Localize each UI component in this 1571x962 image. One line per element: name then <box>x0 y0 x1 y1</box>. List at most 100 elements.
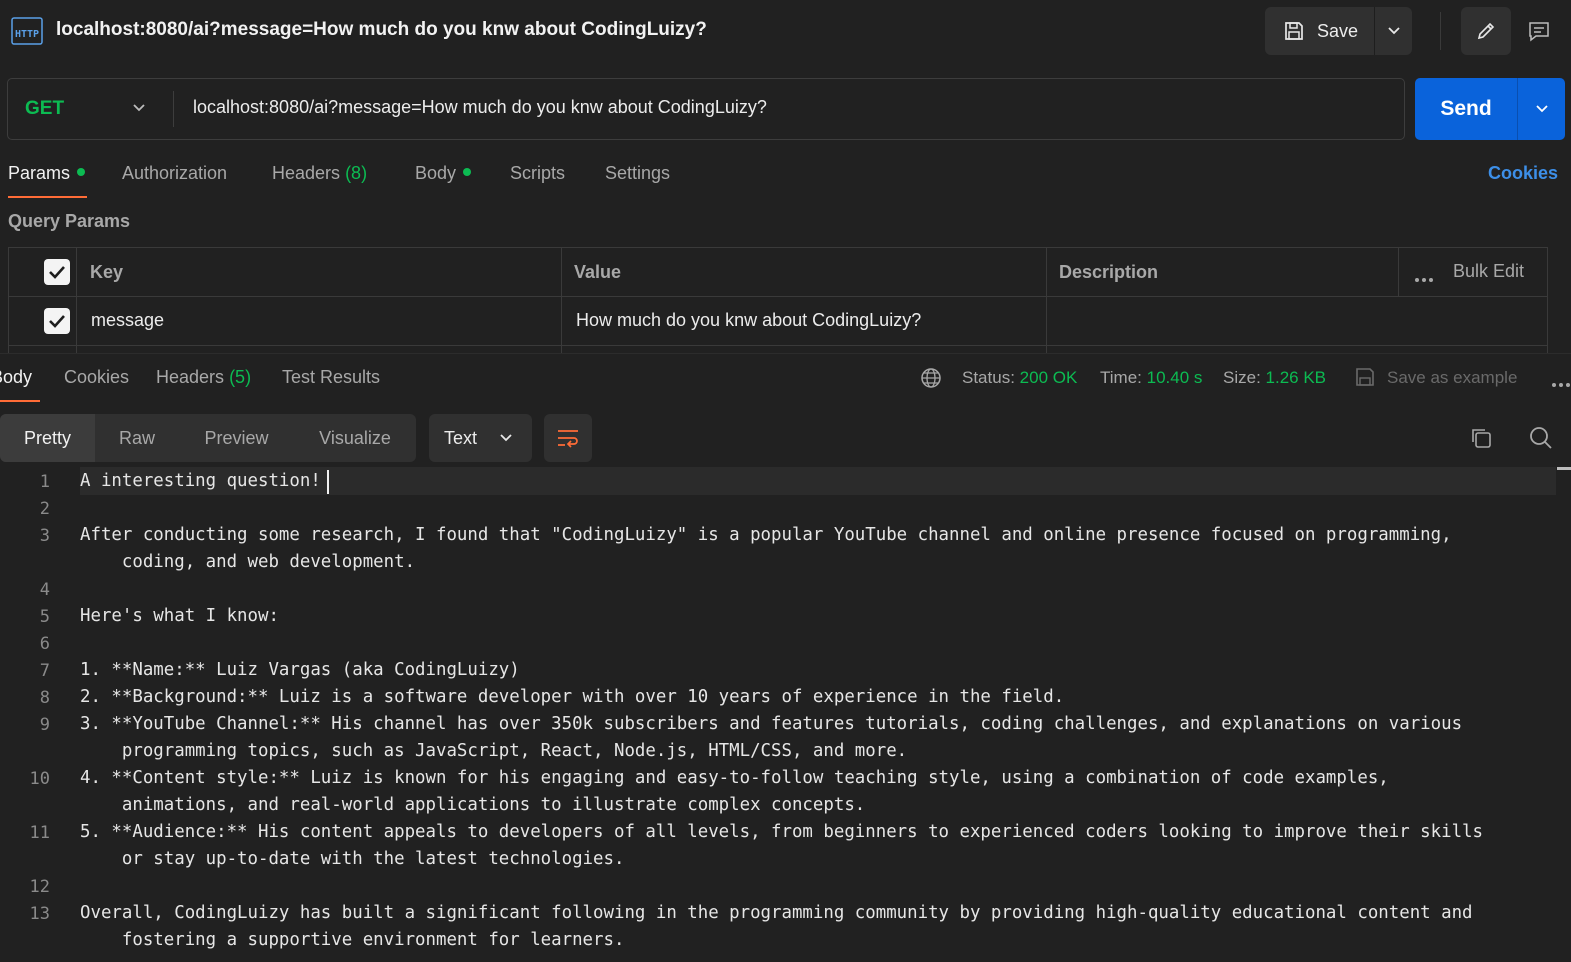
param-key-input[interactable]: message <box>91 310 164 331</box>
toolbar-separator <box>1440 12 1441 50</box>
param-row-checkbox[interactable] <box>44 308 70 334</box>
send-button-group: Send <box>1415 78 1565 140</box>
tab-settings[interactable]: Settings <box>605 163 670 184</box>
column-header-value: Value <box>574 262 622 282</box>
line-number: 6 <box>39 634 50 654</box>
line-number: 1 <box>39 472 50 492</box>
line-number: 2 <box>39 499 50 519</box>
response-size: Size: 1.26 KB <box>1223 368 1327 387</box>
view-pretty[interactable]: Pretty <box>0 414 95 462</box>
floppy-disk-icon <box>1285 22 1303 40</box>
view-raw[interactable]: Raw <box>95 414 179 462</box>
http-request-icon: HTTP <box>10 14 44 48</box>
text-caret <box>327 470 329 494</box>
column-header-description: Description <box>1059 262 1159 282</box>
active-tab-indicator <box>8 196 87 198</box>
param-description-input[interactable] <box>1059 310 1539 334</box>
save-label: Save <box>1317 20 1359 41</box>
response-headers-count: (5) <box>229 367 252 387</box>
view-preview[interactable]: Preview <box>179 414 294 462</box>
tab-body[interactable]: Body <box>415 163 472 184</box>
tab-headers[interactable]: Headers (8) <box>272 163 367 184</box>
code-line-wrap: coding, and web development. <box>80 552 416 572</box>
active-tab-indicator <box>0 400 40 402</box>
line-number: 10 <box>29 769 50 789</box>
comment-icon <box>1529 22 1549 42</box>
response-tab-cookies[interactable]: Cookies <box>64 367 129 388</box>
code-line: Here's what I know: <box>80 606 279 626</box>
select-all-checkbox[interactable] <box>44 259 70 285</box>
code-line: 4. **Content style:** Luiz is known for … <box>80 768 1389 788</box>
response-tab-test-results[interactable]: Test Results <box>282 367 380 388</box>
url-input[interactable]: localhost:8080/ai?message=How much do yo… <box>193 97 767 118</box>
tab-params[interactable]: Params <box>8 163 86 184</box>
line-number: 11 <box>29 823 50 843</box>
body-active-dot <box>463 168 472 177</box>
status-value: 200 OK <box>1019 368 1078 387</box>
line-number: 7 <box>39 661 50 681</box>
globe-icon[interactable] <box>920 367 942 394</box>
code-line-wrap: programming topics, such as JavaScript, … <box>80 741 908 761</box>
pencil-icon <box>1477 22 1495 40</box>
comments-button[interactable] <box>1516 7 1562 55</box>
line-number: 12 <box>29 877 50 897</box>
chevron-down-icon <box>132 100 146 118</box>
column-divider <box>561 248 562 354</box>
floppy-disk-icon <box>1354 366 1376 393</box>
code-line: 5. **Audience:** His content appeals to … <box>80 822 1483 842</box>
save-as-example-button[interactable]: Save as example <box>1387 368 1517 388</box>
chevron-down-icon <box>1535 105 1548 113</box>
scrollbar-thumb[interactable] <box>1557 467 1571 470</box>
param-value-input[interactable]: How much do you knw about CodingLuizy? <box>576 310 921 331</box>
request-title[interactable]: localhost:8080/ai?message=How much do yo… <box>56 19 707 41</box>
save-button[interactable]: Save <box>1265 7 1374 55</box>
format-label: Text <box>444 427 478 448</box>
save-button-group: Save <box>1265 7 1412 55</box>
code-line: After conducting some research, I found … <box>80 525 1452 545</box>
line-number: 3 <box>39 526 50 546</box>
table-divider <box>9 296 1547 297</box>
tab-authorization[interactable]: Authorization <box>122 163 227 184</box>
line-number: 5 <box>39 607 50 627</box>
code-line: 2. **Background:** Luiz is a software de… <box>80 687 1065 707</box>
checkmark-icon <box>49 315 65 328</box>
headers-count: (8) <box>345 163 368 183</box>
column-divider <box>1046 248 1047 354</box>
copy-icon[interactable] <box>1469 426 1493 455</box>
code-line: Overall, CodingLuizy has built a signifi… <box>80 903 1473 923</box>
send-button[interactable]: Send <box>1415 78 1517 140</box>
table-divider <box>9 345 1547 346</box>
method-select[interactable]: GET <box>8 79 173 139</box>
pane-divider[interactable] <box>0 353 1571 354</box>
size-value: 1.26 KB <box>1265 368 1327 387</box>
view-mode-group: Pretty Raw Preview Visualize <box>0 414 416 462</box>
title-bar: HTTP localhost:8080/ai?message=How much … <box>0 0 1571 62</box>
send-options-button[interactable] <box>1518 78 1565 140</box>
view-visualize[interactable]: Visualize <box>294 414 416 462</box>
format-select[interactable]: Text <box>429 414 532 462</box>
chevron-down-icon <box>500 434 512 442</box>
code-line: A interesting question! <box>80 471 321 491</box>
bulk-edit-button[interactable]: Bulk Edit <box>1453 261 1524 282</box>
more-options-icon[interactable] <box>1551 375 1571 393</box>
query-params-table: Key Value Description Bulk Edit message … <box>8 247 1548 354</box>
response-status: Status: 200 OK <box>962 368 1078 387</box>
edit-button[interactable] <box>1461 7 1511 55</box>
tab-scripts[interactable]: Scripts <box>510 163 565 184</box>
code-line-wrap: fostering a supportive environment for l… <box>80 930 625 950</box>
cookies-link[interactable]: Cookies <box>1488 163 1558 184</box>
line-number: 8 <box>39 688 50 708</box>
save-options-button[interactable] <box>1375 7 1412 55</box>
code-line: 3. **YouTube Channel:** His channel has … <box>80 714 1463 734</box>
query-params-heading: Query Params <box>8 211 131 231</box>
wrap-lines-button[interactable] <box>544 414 592 462</box>
column-divider <box>76 248 77 354</box>
response-tab-body[interactable]: Body <box>0 367 32 388</box>
code-line: 1. **Name:** Luiz Vargas (aka CodingLuiz… <box>80 660 520 680</box>
line-number: 4 <box>39 580 50 600</box>
more-options-icon[interactable] <box>1414 270 1434 288</box>
line-number: 9 <box>39 715 50 735</box>
response-time: Time: 10.40 s <box>1100 368 1203 387</box>
response-tab-headers[interactable]: Headers (5) <box>156 367 251 388</box>
search-icon[interactable] <box>1528 425 1554 456</box>
